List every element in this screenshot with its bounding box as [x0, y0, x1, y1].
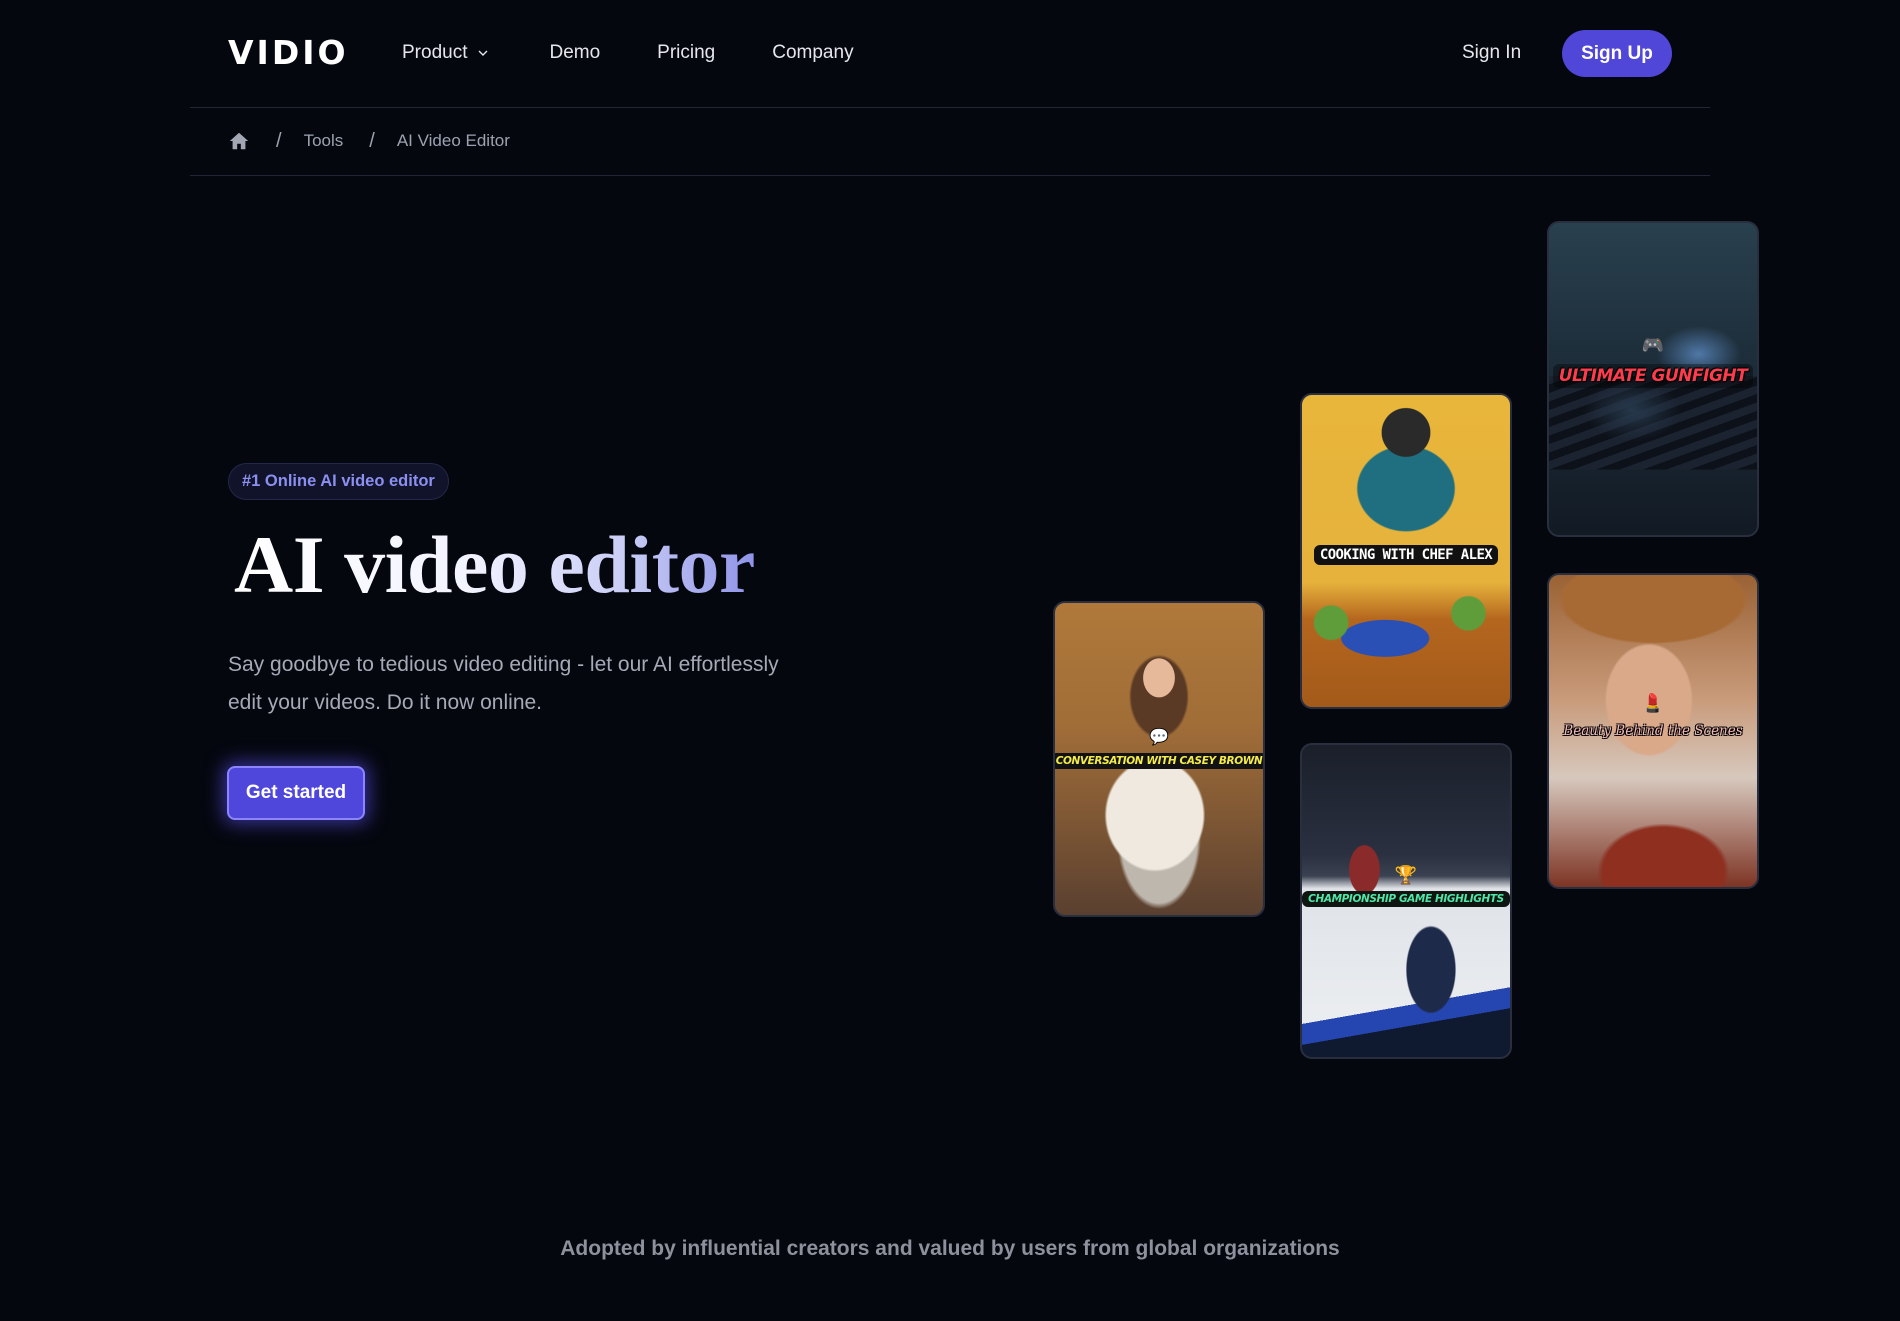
video-caption: CONVERSATION WITH CASEY BROWN	[1055, 753, 1263, 769]
trophy-icon: 🏆	[1394, 865, 1418, 885]
nav-pricing[interactable]: Pricing	[657, 40, 715, 66]
breadcrumb-current: AI Video Editor	[396, 131, 510, 150]
hero-description: Say goodbye to tedious video editing - l…	[228, 653, 779, 714]
speech-bubble-icon: 💬	[1149, 729, 1169, 746]
nav-product-label: Product	[402, 42, 468, 63]
video-card-cooking[interactable]: COOKING WITH CHEF ALEX	[1300, 393, 1512, 709]
hero-badge: #1 Online AI video editor	[228, 463, 449, 500]
caption-text: Beauty Behind the Scenes	[1563, 723, 1743, 739]
breadcrumb-divider	[190, 175, 1710, 176]
caption-text: CONVERSATION WITH CASEY BROWN	[1055, 753, 1263, 769]
video-caption: ULTIMATE GUNFIGHT	[1549, 364, 1757, 388]
breadcrumb-separator: /	[276, 129, 282, 152]
video-caption: COOKING WITH CHEF ALEX	[1302, 545, 1510, 565]
get-started-button[interactable]: Get started	[227, 766, 365, 820]
video-card-hockey[interactable]: 🏆 CHAMPIONSHIP GAME HIGHLIGHTS	[1300, 743, 1512, 1059]
caption-text: ULTIMATE GUNFIGHT	[1552, 364, 1754, 388]
video-caption: Beauty Behind the Scenes	[1549, 721, 1757, 741]
breadcrumb-tools[interactable]: Tools	[304, 129, 344, 153]
adopted-by-tagline: Adopted by influential creators and valu…	[560, 1237, 1340, 1260]
nav-company[interactable]: Company	[772, 40, 853, 66]
chevron-down-icon	[478, 50, 488, 56]
caption-text: CHAMPIONSHIP GAME HIGHLIGHTS	[1302, 891, 1510, 907]
home-icon[interactable]	[228, 130, 250, 152]
caption-text: COOKING WITH CHEF ALEX	[1313, 545, 1499, 565]
gamepad-icon: 🎮	[1641, 335, 1665, 355]
video-card-beauty[interactable]: 💄 Beauty Behind the Scenes	[1547, 573, 1759, 889]
breadcrumb-separator: /	[369, 129, 375, 152]
header-divider	[190, 107, 1710, 108]
video-caption: CHAMPIONSHIP GAME HIGHLIGHTS	[1302, 891, 1510, 907]
site-header: VIDIO Product Demo Pricing Company Sign …	[0, 0, 1900, 107]
sign-up-button[interactable]: Sign Up	[1562, 30, 1672, 77]
page-title: AI video editor	[234, 515, 755, 615]
main-nav: Product Demo Pricing Company	[402, 40, 854, 66]
nav-demo[interactable]: Demo	[549, 40, 600, 66]
video-card-conversation[interactable]: 💬 CONVERSATION WITH CASEY BROWN	[1053, 601, 1265, 917]
nav-product[interactable]: Product	[402, 40, 489, 66]
sign-in-link[interactable]: Sign In	[1462, 40, 1521, 66]
video-card-gunfight[interactable]: 🎮 ULTIMATE GUNFIGHT	[1547, 221, 1759, 537]
lipstick-icon: 💄	[1641, 693, 1665, 713]
breadcrumb: / Tools / AI Video Editor	[228, 129, 510, 153]
logo[interactable]: VIDIO	[228, 36, 349, 70]
